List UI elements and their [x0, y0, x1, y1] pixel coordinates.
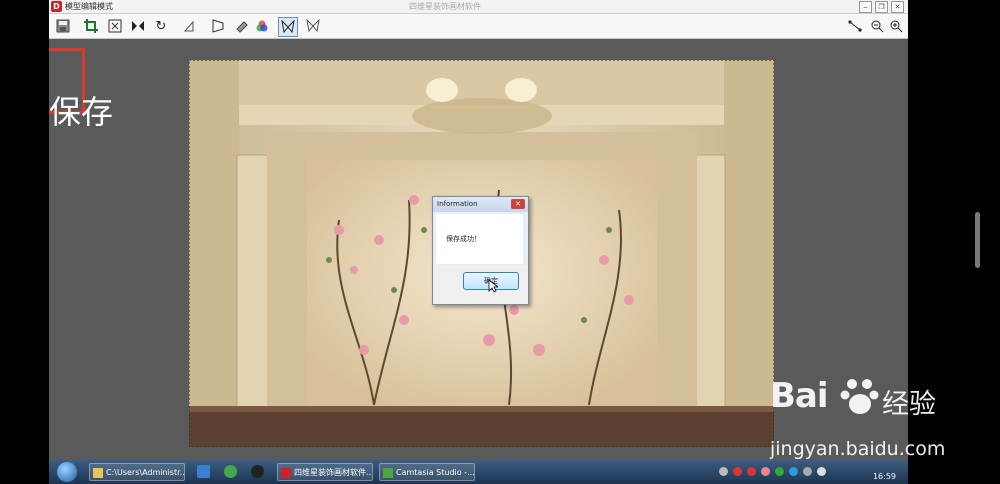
butterfly-button[interactable]: [304, 17, 322, 35]
skew-button[interactable]: [180, 17, 198, 35]
baidu-watermark: Bai 经验 jingyan.baidu.com: [770, 376, 970, 466]
baidu-logo: Bai: [770, 376, 829, 416]
paw-icon: [840, 379, 879, 414]
qq-icon[interactable]: [251, 465, 264, 478]
zoom-out-icon: [871, 20, 884, 33]
fit-button[interactable]: [106, 17, 124, 35]
app-icon: [281, 468, 291, 478]
save-caption: 保存: [49, 93, 114, 131]
color-icon: [256, 20, 268, 32]
window-title: 模型编辑模式: [65, 2, 113, 11]
dialog-footer: 确定: [433, 265, 528, 304]
tray-icon[interactable]: [719, 467, 728, 476]
network-icon[interactable]: [817, 467, 826, 476]
camtasia-icon: [383, 468, 393, 478]
perspective-icon: [212, 19, 224, 33]
volume-icon[interactable]: [803, 467, 812, 476]
perspective-button[interactable]: [209, 17, 227, 35]
toolbar: ↻: [49, 14, 908, 39]
zoom-in-button[interactable]: [887, 17, 905, 35]
start-button[interactable]: [57, 462, 77, 482]
color-button[interactable]: [253, 17, 271, 35]
ie-icon[interactable]: [197, 465, 210, 478]
wechat-icon[interactable]: [224, 465, 237, 478]
crop-icon: [84, 19, 98, 33]
watermark-url: jingyan.baidu.com: [770, 438, 946, 460]
information-dialog: Information ✕ 保存成功！ 确定: [432, 196, 529, 305]
system-tray: 16:59: [719, 464, 904, 481]
eraser-button[interactable]: [233, 17, 251, 35]
tray-icon[interactable]: [775, 467, 784, 476]
crop-button[interactable]: [82, 17, 100, 35]
eraser-icon: [236, 21, 248, 33]
flip-icon: [132, 21, 144, 31]
tray-icon[interactable]: [747, 467, 756, 476]
baidu-jingyan-label: 经验: [882, 389, 936, 420]
tray-icon[interactable]: [789, 467, 798, 476]
app-logo-icon: D: [51, 1, 62, 12]
clock: 16:59: [872, 472, 896, 481]
restore-button[interactable]: ❐: [875, 1, 888, 13]
dialog-message: 保存成功！: [446, 235, 481, 243]
mouse-cursor-icon: [488, 279, 498, 293]
flip-button[interactable]: [129, 17, 147, 35]
taskbar-item-explorer[interactable]: C:\Users\Administr...: [89, 463, 185, 481]
minimize-button[interactable]: ‒: [859, 1, 872, 13]
taskbar-item-app[interactable]: 四维星装饰画材软件...: [277, 463, 373, 481]
zoom-out-button[interactable]: [868, 17, 886, 35]
save-icon: [56, 19, 70, 33]
measure-button[interactable]: [846, 17, 864, 35]
save-button[interactable]: [54, 17, 72, 35]
select-butterfly-button[interactable]: [278, 17, 298, 37]
select-butterfly-icon: [281, 20, 295, 34]
skew-icon: [183, 20, 194, 32]
folder-icon: [93, 468, 103, 478]
taskbar-item-camtasia[interactable]: Camtasia Studio -...: [379, 463, 475, 481]
measure-icon: [848, 20, 862, 32]
butterfly-icon: [306, 19, 320, 33]
side-scroll-handle[interactable]: [975, 212, 980, 268]
fit-icon: [108, 19, 122, 33]
close-button[interactable]: ✕: [891, 1, 904, 13]
tray-icon[interactable]: [733, 467, 742, 476]
zoom-in-icon: [890, 20, 903, 33]
window-center-title: 四维星装饰画材软件: [409, 2, 481, 11]
dialog-close-button[interactable]: ✕: [511, 199, 525, 209]
title-bar: D 模型编辑模式 四维星装饰画材软件 ‒ ❐ ✕: [49, 0, 908, 14]
rotate-button[interactable]: ↻: [152, 17, 170, 35]
dialog-title: Information: [437, 200, 478, 208]
rotate-icon: ↻: [155, 18, 167, 34]
dialog-body: 保存成功！: [436, 214, 523, 264]
tray-icon[interactable]: [761, 467, 770, 476]
